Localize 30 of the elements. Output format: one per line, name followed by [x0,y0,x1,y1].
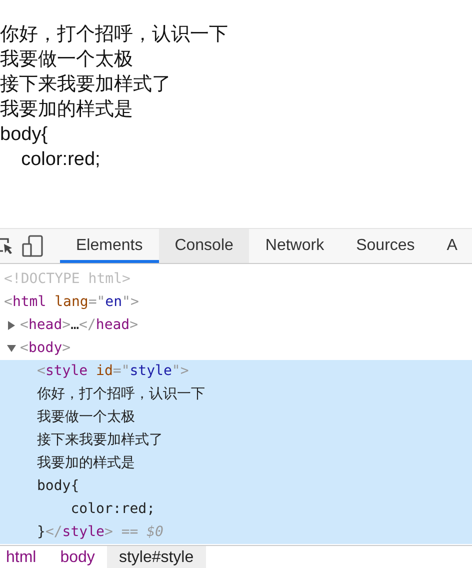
inspect-icon[interactable] [0,237,14,255]
code-line: 你好，打个招呼，认识一下 [37,385,205,404]
code-line: body{ [37,477,80,496]
code-line: 接下来我要加样式了 [37,431,163,450]
page-text: 我要做一个太极 [0,48,134,72]
breadcrumb[interactable]: html [0,546,48,568]
code-line: }</style> == $0 [37,523,164,542]
device-icon[interactable] [22,235,44,257]
code-line: color:red; [70,500,156,519]
page-text: body{ [0,123,49,147]
code-line: <html lang="en"> [4,293,139,312]
breadcrumb[interactable]: body [48,546,107,568]
code-line: <head>…</head> [20,316,138,335]
code-line: <body> [20,339,71,358]
devtools-tab[interactable]: Sources [340,229,431,263]
code-line: <style id="style"> [37,362,189,381]
expanded-arrow-icon[interactable] [7,344,16,353]
breadcrumb[interactable]: style#style [106,546,206,568]
devtools-tab[interactable]: Network [249,229,340,263]
page-text: color:red; [20,148,102,172]
page-text: 你好，打个招呼，认识一下 [0,23,229,47]
devtools-tab[interactable]: A [430,229,472,263]
code-line: 我要做一个太极 [37,408,135,427]
selected-node[interactable]: <style id="style"> 你好，打个招呼，认识一下 我要做一个太极 接下来我要加样式了 我要加的样式是 body{ color:red; }</style> == $0 [0,360,472,544]
page-text: 接下来我要加样式了 [0,73,172,97]
collapsed-arrow-icon[interactable] [7,321,16,330]
doctype-line: <!DOCTYPE html> [4,271,130,287]
devtools-tab[interactable]: Console [158,229,250,263]
page-text: 我要加的样式是 [0,98,134,122]
code-line: 我要加的样式是 [37,454,135,473]
